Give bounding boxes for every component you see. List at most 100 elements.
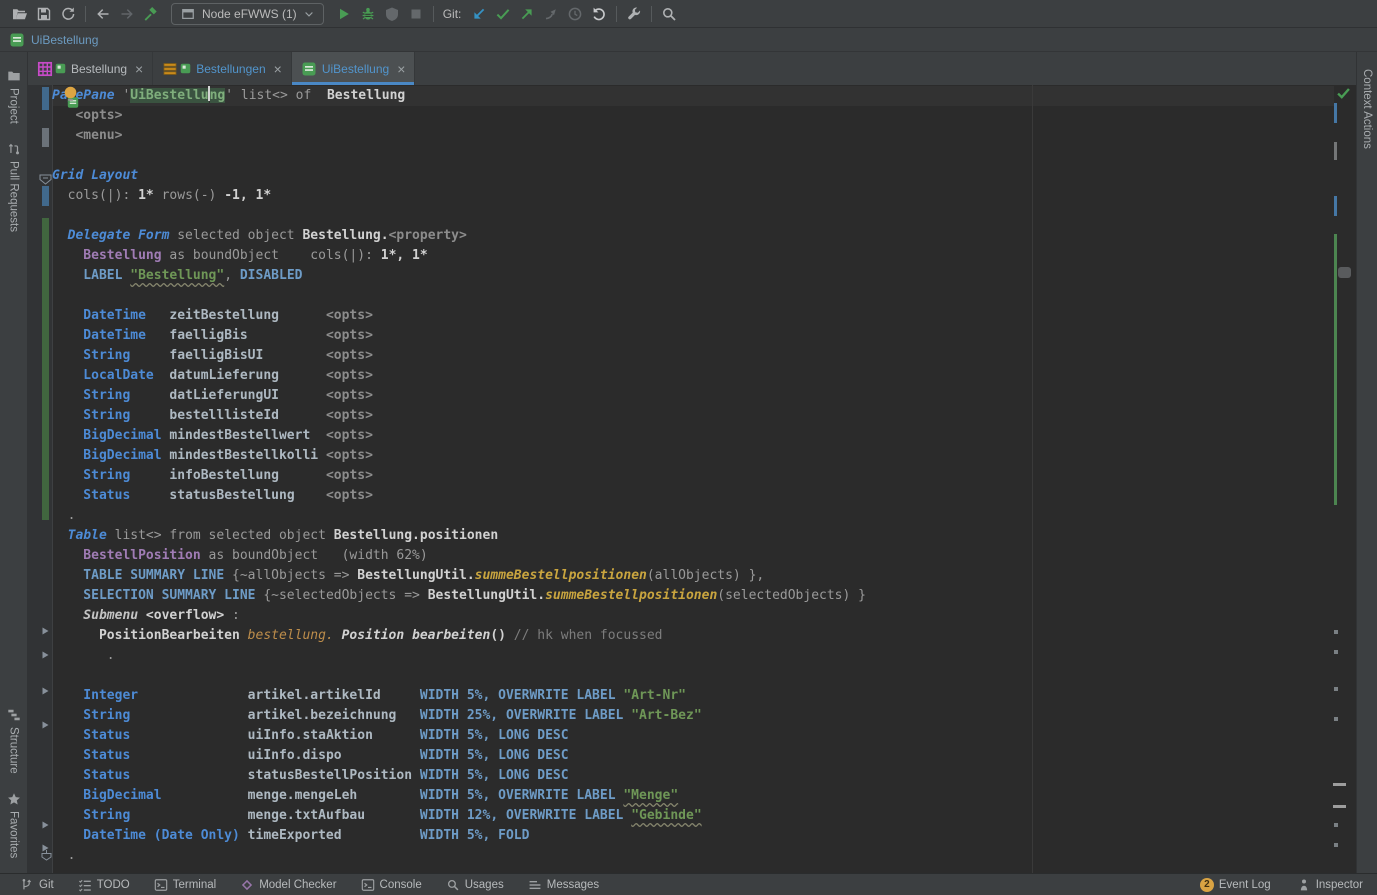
breadcrumb-file[interactable]: UiBestellung [31,33,98,47]
editor-gutter [28,85,53,873]
fold-arrow-icon[interactable] [41,683,50,701]
main-area: Project Pull Requests Structure Favorites B… [0,52,1377,873]
editor-tab-bar: Bestellung × Bestellungen × UiBestellung × [28,52,1356,85]
git-push-icon[interactable] [515,3,539,25]
code-line: Status statusBestellung <opts> [52,486,1356,506]
intention-bulb-icon[interactable] [63,86,78,107]
statusbar-item-todo[interactable]: TODO [78,878,130,892]
code-line: TABLE SUMMARY LINE {~allObjects => Beste… [52,566,1356,586]
run-icon[interactable] [332,3,356,25]
sync-icon[interactable] [56,3,80,25]
statusbar-label: Messages [547,879,599,891]
debug-icon[interactable] [356,3,380,25]
coverage-icon[interactable] [380,3,404,25]
statusbar-item-git[interactable]: Git [20,878,54,892]
stripe-change-mark [1334,196,1337,216]
toolbar-separator [433,6,434,22]
statusbar-item-event-log[interactable]: 2Event Log [1200,878,1271,892]
toolwindow-button-pull-requests[interactable]: Pull Requests [7,142,21,232]
git-label: Git: [443,7,462,21]
rollback-icon[interactable] [587,3,611,25]
stripe-mark-dot [1334,687,1338,691]
statusbar-item-usages[interactable]: Usages [446,878,504,892]
save-all-icon[interactable] [32,3,56,25]
star-icon [7,792,21,806]
scrollbar-thumb[interactable] [1338,267,1351,278]
tab-close-icon[interactable]: × [135,62,143,76]
main-toolbar: Node eFWWS (1) Git: [0,0,1377,28]
toolwindow-button-context-actions[interactable]: Context Actions [1361,69,1373,149]
breadcrumb: UiBestellung [0,28,1377,52]
fold-arrow-icon[interactable] [41,817,50,835]
statusbar-label: Event Log [1219,879,1271,891]
code-line: . [52,506,1356,526]
stop-icon[interactable] [404,3,428,25]
settings-wrench-icon[interactable] [622,3,646,25]
code-text: PagePane 'UiBestellung' list<> of Bestel… [52,86,1356,866]
code-line: <opts> [52,106,1356,126]
search-icon[interactable] [657,3,681,25]
code-line [52,146,1356,166]
open-file-icon[interactable] [8,3,32,25]
fold-arrow-icon[interactable] [41,623,50,641]
inspection-ok-icon[interactable] [1336,86,1351,105]
list-orange-icon [162,61,178,77]
tab-uibestellung[interactable]: UiBestellung × [292,52,416,85]
fold-arrow-icon[interactable] [41,647,50,665]
statusbar-item-inspector[interactable]: Inspector [1297,878,1363,892]
tab-bestellungen[interactable]: Bestellungen × [153,52,292,85]
tab-close-icon[interactable]: × [274,62,282,76]
run-configuration-dropdown[interactable]: Node eFWWS (1) [171,3,324,25]
code-line: DateTime zeitBestellung <opts> [52,306,1356,326]
back-icon[interactable] [91,3,115,25]
code-line [52,666,1356,686]
code-line: String menge.txtAufbau WIDTH 12%, OVERWR… [52,806,1356,826]
change-marker [42,218,49,520]
toolwindow-label: Favorites [8,811,20,858]
tab-label: Bestellung [71,62,127,76]
ide-window: Node eFWWS (1) Git: UiBestellung Project… [0,0,1377,895]
history-clock-icon[interactable] [563,3,587,25]
terminal-icon [361,878,375,892]
statusbar-item-console[interactable]: Console [361,878,422,892]
editor-area[interactable]: PagePane 'UiBestellung' list<> of Bestel… [28,85,1356,873]
code-line: Submenu <overflow> : [52,606,1356,626]
file-icon [9,29,25,51]
statusbar-item-terminal[interactable]: Terminal [154,878,216,892]
git-commit-icon[interactable] [491,3,515,25]
todo-icon [78,878,92,892]
code-line: Status uiInfo.staAktion WIDTH 5%, LONG D… [52,726,1356,746]
git-patch-icon[interactable] [539,3,563,25]
fold-end-icon[interactable] [41,848,52,866]
usages-icon [446,878,460,892]
code-line: String infoBestellung <opts> [52,466,1356,486]
statusbar-item-model-checker[interactable]: Model Checker [240,878,336,892]
tab-label: UiBestellung [322,62,389,76]
tab-close-icon[interactable]: × [397,62,405,76]
stripe-warning-mark [1333,783,1346,786]
code-line: cols(|): 1* rows(-) -1, 1* [52,186,1356,206]
build-hammer-icon[interactable] [139,3,163,25]
fold-arrow-icon[interactable] [41,717,50,735]
forward-icon[interactable] [115,3,139,25]
statusbar-label: Console [380,879,422,891]
code-line: <menu> [52,126,1356,146]
git-update-icon[interactable] [467,3,491,25]
statusbar-label: TODO [97,879,130,891]
branch-icon [20,878,34,892]
toolwindow-button-structure[interactable]: Structure [7,708,21,774]
tab-bestellung[interactable]: Bestellung × [28,52,153,85]
tab-label: Bestellungen [196,62,265,76]
toolwindow-label: Project [8,88,20,124]
code-line: DateTime (Date Only) timeExported WIDTH … [52,826,1356,846]
messages-icon [528,878,542,892]
toolbar-separator [85,6,86,22]
statusbar-item-messages[interactable]: Messages [528,878,599,892]
toolwindow-button-project[interactable]: Project [7,69,21,124]
terminal-icon [154,878,168,892]
fold-collapsed-icon[interactable] [39,172,52,190]
statusbar-label: Git [39,879,54,891]
code-line: BigDecimal menge.mengeLeh WIDTH 5%, OVER… [52,786,1356,806]
toolwindow-button-favorites[interactable]: Favorites [7,792,21,858]
statusbar-label: Terminal [173,879,216,891]
